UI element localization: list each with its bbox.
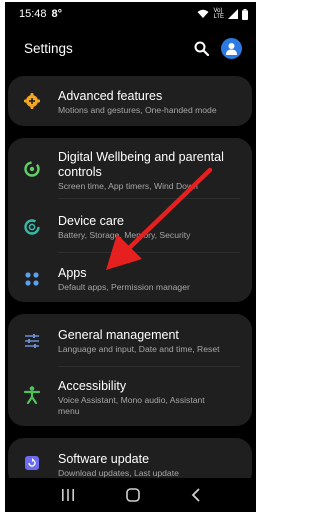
apps-title: Apps [58,266,87,280]
wellbeing-ring-icon [23,160,41,178]
settings-item-device-care[interactable]: Device care Battery, Storage, Memory, Se… [8,200,252,250]
back-icon[interactable] [191,488,201,502]
settings-item-apps[interactable]: Apps Default apps, Permission manager [8,252,252,302]
advanced-features-subtitle: Motions and gestures, One-handed mode [58,105,217,115]
four-dots-icon [23,270,41,288]
avatar[interactable] [221,37,242,59]
update-icon [23,454,41,472]
digital-wellbeing-title-line1: Digital Wellbeing and parental [58,150,224,164]
apps-subtitle: Default apps, Permission manager [58,282,190,292]
status-time: 15:48 [19,8,47,20]
accessibility-subtitle-line1: Voice Assistant, Mono audio, Assistant [58,395,205,405]
settings-item-digital-wellbeing[interactable]: Digital Wellbeing and parental controls … [8,138,252,196]
general-management-subtitle: Language and input, Date and time, Reset [58,344,220,354]
settings-item-accessibility[interactable]: Accessibility Voice Assistant, Mono audi… [8,366,252,426]
network-indicator: Vo) LTE [213,8,224,20]
account-icon [226,42,237,55]
software-update-title: Software update [58,452,150,466]
home-icon[interactable] [125,488,140,502]
phone-screen: 15:48 8° Vo) LTE Settings Advanced featu… [5,2,256,512]
gear-plus-icon [23,92,41,110]
card-wellbeing-apps: Digital Wellbeing and parental controls … [8,138,252,302]
person-icon [23,386,41,404]
settings-item-advanced-features[interactable]: Advanced features Motions and gestures, … [8,76,252,126]
battery-icon [242,8,248,20]
carrier-mark: 8° [51,8,63,20]
divider [58,198,240,199]
settings-header: Settings [5,32,256,64]
device-care-icon [23,218,41,236]
card-general-accessibility: General management Language and input, D… [8,314,252,426]
signal-icon [228,9,238,19]
search-icon[interactable] [194,41,209,56]
wifi-icon [197,9,209,18]
device-care-subtitle: Battery, Storage, Memory, Security [58,230,191,240]
general-management-title: General management [58,328,179,342]
recent-apps-icon[interactable] [61,489,75,501]
card-advanced: Advanced features Motions and gestures, … [8,76,252,126]
sliders-icon [23,332,41,350]
settings-item-general-management[interactable]: General management Language and input, D… [8,314,252,364]
status-bar: 15:48 8° Vo) LTE [5,2,256,26]
device-care-title: Device care [58,214,124,228]
accessibility-subtitle-line2: menu [58,406,80,416]
digital-wellbeing-title-line2: controls [58,165,102,179]
navigation-bar [5,478,256,512]
accessibility-title: Accessibility [58,379,127,393]
page-title: Settings [24,40,73,56]
digital-wellbeing-subtitle: Screen time, App timers, Wind Down [58,181,198,191]
advanced-features-title: Advanced features [58,89,163,103]
